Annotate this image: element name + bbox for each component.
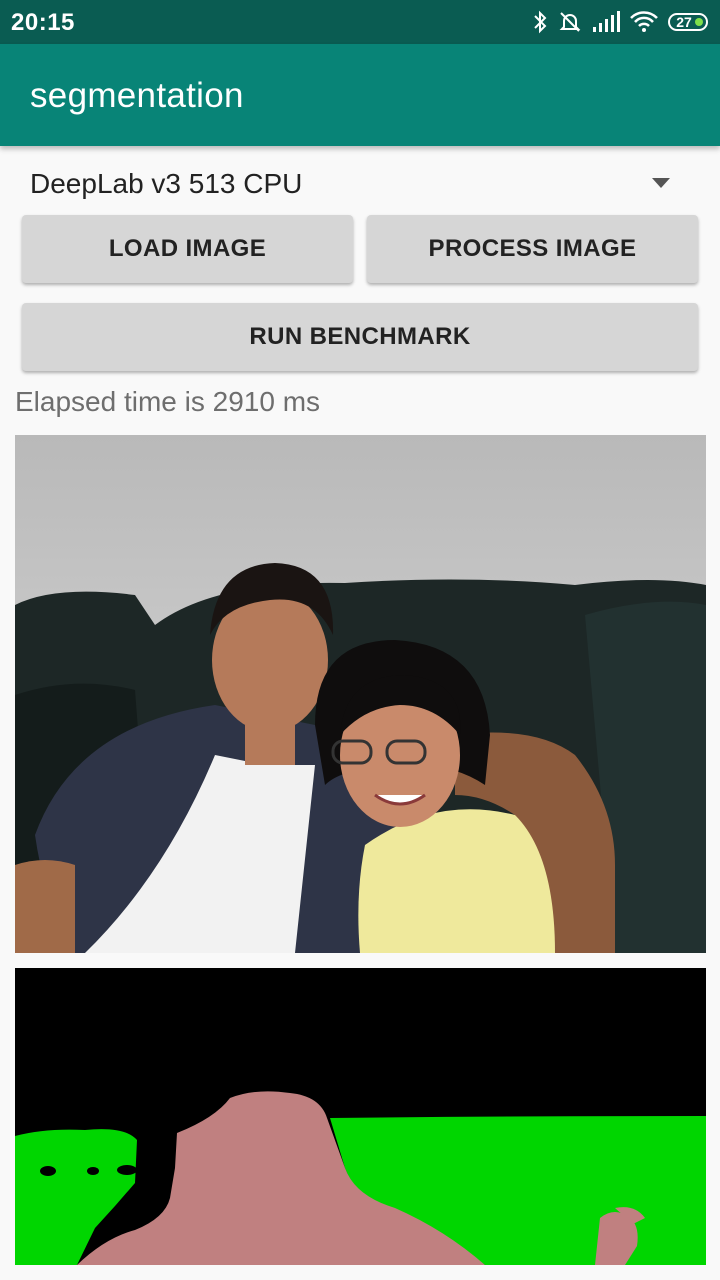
- process-image-button[interactable]: PROCESS IMAGE: [367, 215, 698, 283]
- model-selector[interactable]: DeepLab v3 513 CPU: [0, 156, 720, 212]
- load-image-button[interactable]: LOAD IMAGE: [22, 215, 353, 283]
- status-time: 20:15: [11, 9, 75, 36]
- app-title: segmentation: [30, 76, 244, 115]
- model-selector-value: DeepLab v3 513 CPU: [30, 168, 303, 199]
- app-bar: segmentation: [0, 44, 720, 146]
- input-photo: [15, 435, 706, 953]
- mute-bell-icon: [558, 10, 582, 34]
- status-icons: 27: [522, 8, 708, 36]
- bluetooth-icon: [532, 10, 548, 34]
- elapsed-time-text: Elapsed time is 2910 ms: [15, 386, 321, 417]
- segmentation-mask: [15, 968, 706, 1265]
- signal-icon: [592, 11, 620, 33]
- battery-icon: 27: [668, 13, 708, 31]
- battery-level: 27: [676, 14, 692, 30]
- dropdown-arrow-icon[interactable]: [652, 178, 670, 188]
- status-bar: 20:15 27: [0, 0, 720, 44]
- run-benchmark-button[interactable]: RUN BENCHMARK: [22, 303, 698, 371]
- wifi-icon: [630, 11, 658, 33]
